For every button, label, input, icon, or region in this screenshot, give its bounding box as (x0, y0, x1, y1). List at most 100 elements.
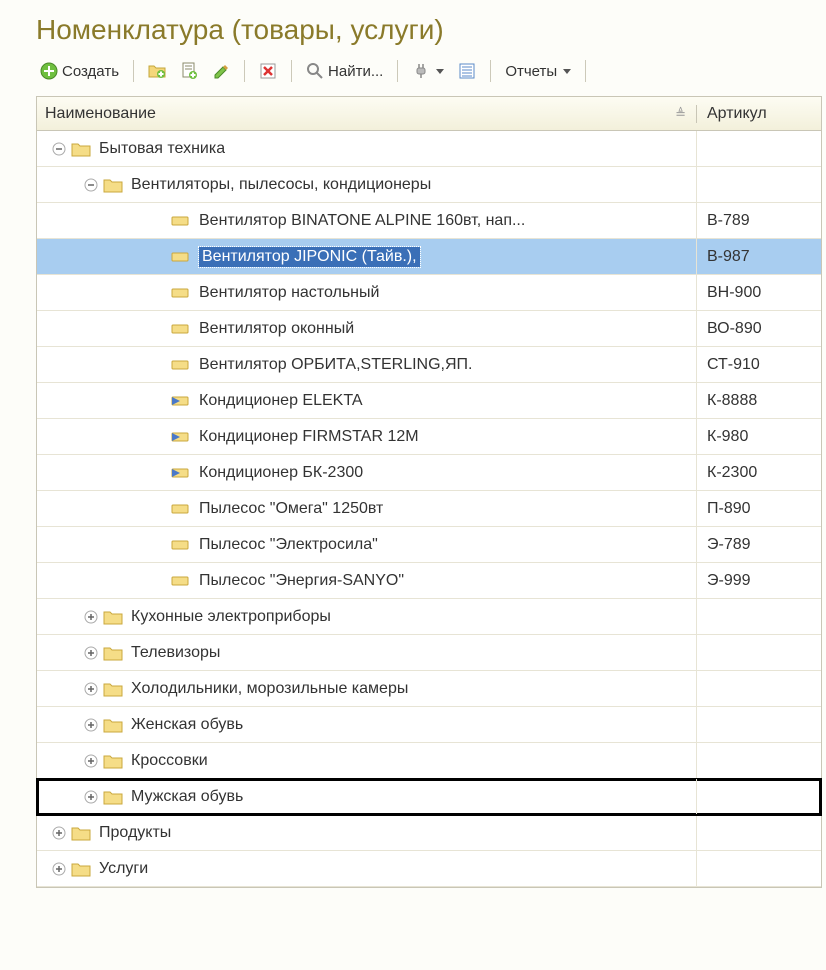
find-label: Найти... (328, 63, 383, 80)
toolbar-separator (291, 60, 292, 82)
expand-icon[interactable] (83, 609, 99, 625)
tree-row[interactable]: Вентилятор ОРБИТА,STERLING,ЯП.СТ-910 (37, 347, 821, 383)
cell-name: Вентилятор оконный (37, 311, 697, 346)
list-button[interactable] (454, 60, 480, 82)
item-icon (171, 213, 191, 229)
article-value: П-890 (707, 500, 751, 518)
article-value: К-980 (707, 428, 748, 446)
expand-icon[interactable] (83, 717, 99, 733)
tree-row[interactable]: Вентилятор JIPONIC (Тайв.), В-987 (37, 239, 821, 275)
row-label: Мужская обувь (131, 788, 243, 806)
list-icon (458, 62, 476, 80)
item-icon (171, 285, 191, 301)
row-label: Женская обувь (131, 716, 243, 734)
tree-row[interactable]: Мужская обувь (37, 779, 821, 815)
expander-placeholder (115, 429, 131, 445)
article-value: Э-789 (707, 536, 751, 554)
cell-name: Вентилятор настольный (37, 275, 697, 310)
pencil-icon (212, 62, 230, 80)
row-label: Вентилятор настольный (199, 284, 379, 302)
cell-article: ВО-890 (697, 311, 821, 346)
cell-article: Э-999 (697, 563, 821, 598)
tree-row[interactable]: Телевизоры (37, 635, 821, 671)
item-icon (171, 573, 191, 589)
tree-row[interactable]: Продукты (37, 815, 821, 851)
expander-placeholder (115, 357, 131, 373)
row-label: Вентилятор ОРБИТА,STERLING,ЯП. (199, 356, 473, 374)
cell-name: Кондиционер БК-2300 (37, 455, 697, 490)
expander-placeholder (115, 573, 131, 589)
tree-row[interactable]: Вентиляторы, пылесосы, кондиционеры (37, 167, 821, 203)
item-icon (171, 501, 191, 517)
expand-icon[interactable] (83, 681, 99, 697)
column-header-article-label: Артикул (707, 105, 767, 122)
delete-button[interactable] (255, 60, 281, 82)
expander-placeholder (115, 393, 131, 409)
folder-icon (103, 609, 123, 625)
column-header-name-label: Наименование (45, 105, 156, 123)
column-header-name[interactable]: Наименование ≜ (37, 105, 697, 123)
create-button[interactable]: Создать (36, 60, 123, 82)
row-label: Вентилятор JIPONIC (Тайв.), (199, 247, 420, 267)
chevron-down-icon (436, 69, 444, 74)
expand-icon[interactable] (83, 753, 99, 769)
cell-name: Кухонные электроприборы (37, 599, 697, 634)
cell-name: Вентилятор BINATONE ALPINE 160вт, нап... (37, 203, 697, 238)
reports-button[interactable]: Отчеты (501, 61, 575, 82)
tree-row[interactable]: Кондиционер ELEKTAК-8888 (37, 383, 821, 419)
copy-button[interactable] (176, 60, 202, 82)
folder-plus-icon (148, 62, 166, 80)
tree-row[interactable]: Кроссовки (37, 743, 821, 779)
cell-article: Э-789 (697, 527, 821, 562)
tree-header: Наименование ≜ Артикул (37, 97, 821, 131)
tree-row[interactable]: Пылесос "Электросила"Э-789 (37, 527, 821, 563)
tree-row[interactable]: Вентилятор настольныйВН-900 (37, 275, 821, 311)
cell-name: Вентилятор JIPONIC (Тайв.), (37, 239, 697, 274)
cell-article (697, 635, 821, 670)
expand-icon[interactable] (51, 861, 67, 877)
row-label: Телевизоры (131, 644, 220, 662)
expander-placeholder (115, 537, 131, 553)
column-header-article[interactable]: Артикул (697, 105, 821, 123)
cell-name: Кондиционер FIRMSTAR 12M (37, 419, 697, 454)
item-icon (171, 393, 191, 409)
expand-icon[interactable] (83, 789, 99, 805)
expand-icon[interactable] (51, 825, 67, 841)
tree-row[interactable]: Пылесос "Омега" 1250вт П-890 (37, 491, 821, 527)
tree-row[interactable]: Услуги (37, 851, 821, 887)
tree-row[interactable]: Бытовая техника (37, 131, 821, 167)
cell-article: В-987 (697, 239, 821, 274)
article-value: Э-999 (707, 572, 751, 590)
cell-name: Мужская обувь (37, 779, 697, 814)
expand-icon[interactable] (83, 645, 99, 661)
collapse-icon[interactable] (83, 177, 99, 193)
tree-row[interactable]: Кондиционер БК-2300К-2300 (37, 455, 821, 491)
cell-name: Пылесос "Омега" 1250вт (37, 491, 697, 526)
collapse-icon[interactable] (51, 141, 67, 157)
tree-row[interactable]: Вентилятор оконныйВО-890 (37, 311, 821, 347)
edit-button[interactable] (208, 60, 234, 82)
expander-placeholder (115, 321, 131, 337)
item-icon (171, 249, 191, 265)
tree-row[interactable]: Кухонные электроприборы (37, 599, 821, 635)
cell-article (697, 131, 821, 166)
sort-icon: ≜ (675, 106, 686, 122)
folder-icon (103, 177, 123, 193)
tree-row[interactable]: Пылесос "Энергия-SANYO"Э-999 (37, 563, 821, 599)
cell-name: Кондиционер ELEKTA (37, 383, 697, 418)
folder-icon (103, 789, 123, 805)
settings-button[interactable] (408, 60, 448, 82)
tree-row[interactable]: Женская обувь (37, 707, 821, 743)
toolbar-separator (585, 60, 586, 82)
tree-row[interactable]: Кондиционер FIRMSTAR 12M К-980 (37, 419, 821, 455)
new-folder-button[interactable] (144, 60, 170, 82)
tree-row[interactable]: Вентилятор BINATONE ALPINE 160вт, нап...… (37, 203, 821, 239)
cell-article (697, 671, 821, 706)
cell-name: Продукты (37, 815, 697, 850)
tree-row[interactable]: Холодильники, морозильные камеры (37, 671, 821, 707)
find-button[interactable]: Найти... (302, 60, 387, 82)
article-value: В-789 (707, 212, 750, 230)
reports-label: Отчеты (505, 63, 557, 80)
row-label: Кондиционер FIRMSTAR 12M (199, 428, 419, 446)
expander-placeholder (115, 285, 131, 301)
